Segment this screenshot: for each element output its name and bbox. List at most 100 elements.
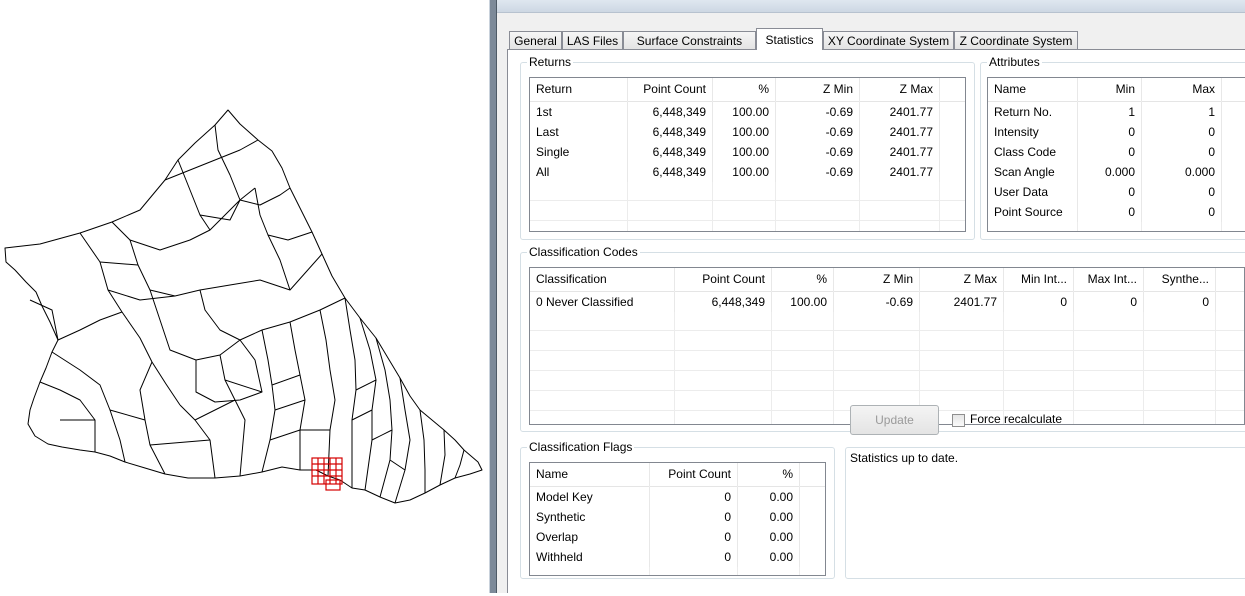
table-row[interactable]: Model Key 0 0.00 <box>530 487 825 507</box>
col-name[interactable]: Name <box>530 463 650 486</box>
table-row[interactable]: Return No. 1 1 <box>988 102 1245 122</box>
col-z-max[interactable]: Z Max <box>860 78 940 101</box>
cell-z-max: 2401.77 <box>920 292 1004 312</box>
cell-max-intensity: 0 <box>1074 292 1144 312</box>
cell-min: 0 <box>1078 142 1142 162</box>
classification-codes-table[interactable]: Classification Point Count % Z Min Z Max… <box>529 267 1245 425</box>
col-synthetic[interactable]: Synthe... <box>1144 268 1216 291</box>
col-classification[interactable]: Classification <box>530 268 675 291</box>
table-row[interactable]: Synthetic 0 0.00 <box>530 507 825 527</box>
table-row[interactable]: Withheld 0 0.00 <box>530 547 825 567</box>
col-name[interactable]: Name <box>988 78 1078 101</box>
cell-percent: 0.00 <box>738 527 800 547</box>
cell-name: Overlap <box>530 527 650 547</box>
update-group <box>845 447 1245 579</box>
cell-min: 0 <box>1078 182 1142 202</box>
cell-z-max: 2401.77 <box>860 142 940 162</box>
cell-z-min: -0.69 <box>776 162 860 182</box>
cell-percent: 0.00 <box>738 547 800 567</box>
attributes-group: Attributes Name Min Max Return No. 1 1 I… <box>980 55 1245 240</box>
cell-max: 0 <box>1142 142 1222 162</box>
dialog-title-strip <box>497 0 1245 13</box>
classification-flags-table[interactable]: Name Point Count % Model Key 0 0.00 Synt… <box>529 462 826 576</box>
cell-percent: 100.00 <box>713 162 776 182</box>
col-point-count[interactable]: Point Count <box>675 268 772 291</box>
table-row[interactable]: Single 6,448,349 100.00 -0.69 2401.77 <box>530 142 965 162</box>
col-point-count[interactable]: Point Count <box>628 78 713 101</box>
window-splitter[interactable] <box>489 0 497 593</box>
col-percent[interactable]: % <box>772 268 834 291</box>
cell-z-min: -0.69 <box>776 142 860 162</box>
cell-classification: 0 Never Classified <box>530 292 675 312</box>
tab-general[interactable]: General <box>509 31 562 49</box>
col-z-max[interactable]: Z Max <box>920 268 1004 291</box>
cell-min: 0.000 <box>1078 162 1142 182</box>
col-min-intensity[interactable]: Min Int... <box>1004 268 1074 291</box>
cell-z-max: 2401.77 <box>860 102 940 122</box>
cell-name: Synthetic <box>530 507 650 527</box>
cell-percent: 0.00 <box>738 487 800 507</box>
island-outline <box>4 109 483 504</box>
attributes-header: Name Min Max <box>988 78 1245 102</box>
tab-xy-coordinate-system[interactable]: XY Coordinate System <box>823 31 954 49</box>
cell-point-count: 6,448,349 <box>628 122 713 142</box>
dataset-properties-dialog: General LAS Files Surface Constraints St… <box>497 0 1245 593</box>
table-row[interactable]: Scan Angle 0.000 0.000 <box>988 162 1245 182</box>
classification-flags-group: Classification Flags Name Point Count % … <box>520 440 835 579</box>
table-row[interactable]: Overlap 0 0.00 <box>530 527 825 547</box>
cell-z-min: -0.69 <box>776 122 860 142</box>
table-row[interactable]: Class Code 0 0 <box>988 142 1245 162</box>
status-text: Statistics up to date. <box>850 451 959 465</box>
statistics-panel: Returns Return Point Count % Z Min Z Max… <box>507 49 1245 593</box>
attributes-legend: Attributes <box>987 55 1042 69</box>
cell-max: 0 <box>1142 202 1222 222</box>
returns-group: Returns Return Point Count % Z Min Z Max… <box>520 55 975 240</box>
table-row[interactable]: Intensity 0 0 <box>988 122 1245 142</box>
cell-min-intensity: 0 <box>1004 292 1074 312</box>
update-button[interactable]: Update <box>850 405 939 435</box>
tab-statistics[interactable]: Statistics <box>756 28 823 50</box>
table-row[interactable]: 1st 6,448,349 100.00 -0.69 2401.77 <box>530 102 965 122</box>
col-percent[interactable]: % <box>738 463 800 486</box>
cell-z-min: -0.69 <box>776 102 860 122</box>
table-row[interactable]: Point Source 0 0 <box>988 202 1245 222</box>
tab-z-coordinate-system[interactable]: Z Coordinate System <box>954 31 1078 49</box>
selected-tiles <box>311 457 343 491</box>
attributes-table[interactable]: Name Min Max Return No. 1 1 Intensity 0 … <box>987 77 1245 232</box>
cell-name: Class Code <box>988 142 1078 162</box>
cell-point-count: 0 <box>650 547 738 567</box>
cell-percent: 100.00 <box>713 102 776 122</box>
cell-point-count: 6,448,349 <box>628 162 713 182</box>
col-max-intensity[interactable]: Max Int... <box>1074 268 1144 291</box>
cell-max: 1 <box>1142 102 1222 122</box>
cell-z-max: 2401.77 <box>860 162 940 182</box>
cell-return: 1st <box>530 102 628 122</box>
col-percent[interactable]: % <box>713 78 776 101</box>
cell-min: 0 <box>1078 202 1142 222</box>
cell-z-min: -0.69 <box>834 292 920 312</box>
cell-name: User Data <box>988 182 1078 202</box>
returns-table[interactable]: Return Point Count % Z Min Z Max 1st 6,4… <box>529 77 966 232</box>
col-point-count[interactable]: Point Count <box>650 463 738 486</box>
col-max[interactable]: Max <box>1142 78 1222 101</box>
table-row[interactable]: All 6,448,349 100.00 -0.69 2401.77 <box>530 162 965 182</box>
table-row[interactable]: 0 Never Classified 6,448,349 100.00 -0.6… <box>530 292 1244 312</box>
classification-flags-legend: Classification Flags <box>527 440 635 454</box>
col-return[interactable]: Return <box>530 78 628 101</box>
table-row[interactable]: User Data 0 0 <box>988 182 1245 202</box>
cell-name: Withheld <box>530 547 650 567</box>
classification-flags-header: Name Point Count % <box>530 463 825 487</box>
cell-percent: 100.00 <box>772 292 834 312</box>
cell-percent: 100.00 <box>713 142 776 162</box>
table-row[interactable]: Last 6,448,349 100.00 -0.69 2401.77 <box>530 122 965 142</box>
cell-synthetic: 0 <box>1144 292 1216 312</box>
cell-point-count: 0 <box>650 487 738 507</box>
force-recalculate-checkbox[interactable] <box>952 414 965 427</box>
tab-surface-constraints[interactable]: Surface Constraints <box>623 31 756 49</box>
tab-las-files[interactable]: LAS Files <box>562 31 623 49</box>
island-map-drawing <box>4 109 483 504</box>
force-recalculate-label[interactable]: Force recalculate <box>970 412 1062 426</box>
col-z-min[interactable]: Z Min <box>776 78 860 101</box>
col-min[interactable]: Min <box>1078 78 1142 101</box>
col-z-min[interactable]: Z Min <box>834 268 920 291</box>
